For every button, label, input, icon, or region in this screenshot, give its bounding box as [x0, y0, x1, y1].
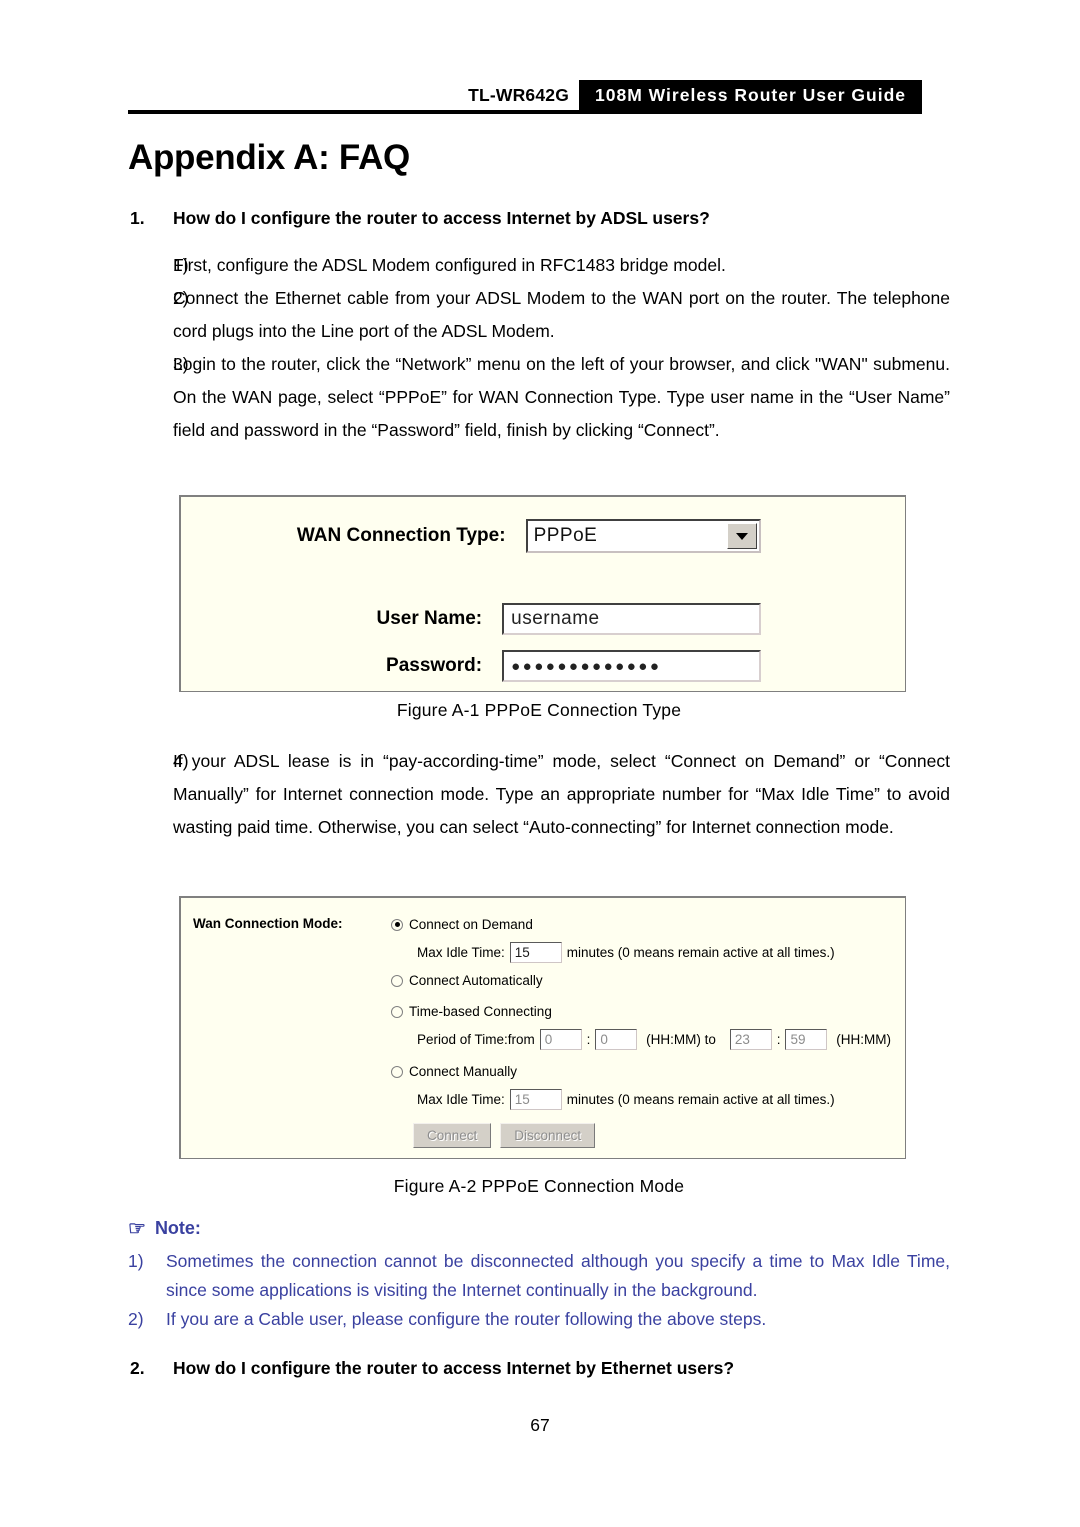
radio-time-based-connecting-icon[interactable] — [391, 1005, 403, 1018]
max-idle-time-input-2[interactable]: 15 — [509, 1089, 562, 1110]
faq-step-3: 3) Login to the router, click the “Netwo… — [128, 348, 950, 447]
period-to-hour-input[interactable]: 23 — [729, 1029, 772, 1050]
user-name-input[interactable]: username — [502, 603, 761, 635]
period-of-time-row: Period of Time:from 0 : 0 (HH:MM) to 23 … — [391, 1024, 891, 1055]
note-block: ☞ Note: 1) Sometimes the connection cann… — [128, 1218, 950, 1334]
option-connect-automatically[interactable]: Connect Automatically — [391, 968, 891, 993]
faq-step-2: 2) Connect the Ethernet cable from your … — [128, 282, 950, 348]
note-item-2-number: 2) — [128, 1309, 144, 1329]
note-item-2-text: If you are a Cable user, please configur… — [166, 1309, 767, 1329]
option-connect-manually-label: Connect Manually — [409, 1064, 518, 1079]
max-idle-time-row-1: Max Idle Time: 15 minutes (0 means remai… — [391, 937, 891, 968]
note-heading: ☞ Note: — [128, 1218, 950, 1239]
option-time-based-connecting[interactable]: Time-based Connecting — [391, 999, 891, 1024]
option-connect-on-demand[interactable]: Connect on Demand — [391, 912, 891, 937]
period-from-hour-input[interactable]: 0 — [539, 1029, 582, 1050]
faq-section-one: 1. How do I configure the router to acce… — [128, 208, 950, 447]
note-item-1-number: 1) — [128, 1251, 144, 1271]
user-name-label: User Name: — [376, 608, 483, 629]
faq-step-1: 1) First, configure the ADSL Modem confi… — [128, 249, 950, 282]
page-title: Appendix A: FAQ — [128, 138, 410, 177]
connection-action-buttons: Connect Disconnect — [391, 1123, 891, 1148]
faq-step-4: 4) If your ADSL lease is in “pay-accordi… — [128, 745, 950, 844]
faq-step-3-number: 3) — [173, 354, 189, 374]
header-divider — [128, 110, 922, 114]
radio-connect-automatically-icon[interactable] — [391, 974, 403, 987]
chevron-down-icon[interactable] — [727, 523, 757, 549]
page-number: 67 — [530, 1415, 550, 1435]
period-to-minute-input[interactable]: 59 — [785, 1029, 828, 1050]
wan-connection-mode-label: Wan Connection Mode: — [193, 916, 343, 931]
connect-button[interactable]: Connect — [413, 1123, 492, 1148]
option-connect-on-demand-label: Connect on Demand — [409, 917, 533, 932]
wan-connection-mode-options: Connect on Demand Max Idle Time: 15 minu… — [391, 912, 891, 1148]
faq-question-1: 1. How do I configure the router to acce… — [128, 208, 950, 229]
faq-steps-list: 1) First, configure the ADSL Modem confi… — [128, 249, 950, 447]
period-separator-2: : — [776, 1032, 781, 1047]
note-item-1: 1) Sometimes the connection cannot be di… — [128, 1247, 950, 1305]
faq-step-1-text: First, configure the ADSL Modem configur… — [173, 255, 726, 275]
option-connect-automatically-label: Connect Automatically — [409, 973, 543, 988]
header-title: 108M Wireless Router User Guide — [579, 80, 922, 110]
period-from-minute-input[interactable]: 0 — [595, 1029, 638, 1050]
radio-connect-on-demand-icon[interactable] — [391, 918, 403, 931]
page-footer: 67 — [0, 1415, 1080, 1436]
figure-1-caption: Figure A-1 PPPoE Connection Type — [396, 700, 682, 720]
faq-question-2-text: How do I configure the router to access … — [173, 1358, 735, 1378]
option-time-based-connecting-label: Time-based Connecting — [409, 1004, 552, 1019]
faq-question-1-text: How do I configure the router to access … — [173, 208, 710, 228]
faq-question-2: 2. How do I configure the router to acce… — [128, 1358, 950, 1379]
figure-2-caption: Figure A-2 PPPoE Connection Mode — [393, 1176, 685, 1196]
note-item-2: 2) If you are a Cable user, please confi… — [128, 1305, 950, 1334]
max-idle-time-label-1: Max Idle Time: — [417, 945, 505, 960]
password-input[interactable]: ●●●●●●●●●●●●● — [502, 650, 761, 682]
header-model-name: TL-WR642G — [468, 84, 570, 105]
radio-connect-manually-icon[interactable] — [391, 1065, 403, 1078]
period-format-hint-2: (HH:MM) — [836, 1032, 891, 1047]
wan-connection-type-select[interactable]: PPPoE — [525, 519, 761, 553]
faq-question-2-number: 2. — [130, 1358, 145, 1378]
max-idle-time-row-2: Max Idle Time: 15 minutes (0 means remai… — [391, 1084, 891, 1115]
note-item-1-text: Sometimes the connection cannot be disco… — [166, 1251, 950, 1300]
max-idle-time-input-1[interactable]: 15 — [509, 942, 562, 963]
wan-connection-type-label: WAN Connection Type: — [296, 525, 506, 546]
figure-pppoe-connection-type: WAN Connection Type: PPPoE User Name: us… — [179, 495, 906, 692]
faq-section-two: 2. How do I configure the router to acce… — [128, 1358, 950, 1379]
period-of-time-label: Period of Time:from — [417, 1032, 535, 1047]
faq-step-2-number: 2) — [173, 288, 189, 308]
page-header: TL-WR642G 108M Wireless Router User Guid… — [128, 80, 922, 114]
max-idle-time-suffix-1: minutes (0 means remain active at all ti… — [566, 945, 835, 960]
period-separator-1: : — [586, 1032, 591, 1047]
faq-step-2-text: Connect the Ethernet cable from your ADS… — [173, 288, 950, 341]
faq-step-4-block: 4) If your ADSL lease is in “pay-accordi… — [128, 745, 950, 844]
option-connect-manually[interactable]: Connect Manually — [391, 1059, 891, 1084]
document-page: TL-WR642G 108M Wireless Router User Guid… — [0, 0, 1080, 1527]
faq-step-4-text: If your ADSL lease is in “pay-according-… — [173, 751, 950, 837]
figure-pppoe-connection-mode: Wan Connection Mode: Connect on Demand M… — [179, 896, 906, 1159]
period-format-hint-1: (HH:MM) to — [646, 1032, 716, 1047]
pointing-hand-icon: ☞ — [128, 1217, 146, 1240]
faq-step-1-number: 1) — [173, 255, 189, 275]
max-idle-time-label-2: Max Idle Time: — [417, 1092, 505, 1107]
faq-question-1-number: 1. — [130, 208, 145, 228]
disconnect-button[interactable]: Disconnect — [500, 1123, 596, 1148]
password-masked-value: ●●●●●●●●●●●●● — [511, 657, 662, 675]
max-idle-time-suffix-2: minutes (0 means remain active at all ti… — [566, 1092, 835, 1107]
password-label: Password: — [386, 655, 483, 676]
faq-step-4-number: 4) — [173, 751, 189, 771]
wan-connection-type-value: PPPoE — [533, 525, 598, 546]
note-heading-label: Note: — [154, 1218, 201, 1238]
faq-step-3-text: Login to the router, click the “Network”… — [173, 354, 950, 440]
